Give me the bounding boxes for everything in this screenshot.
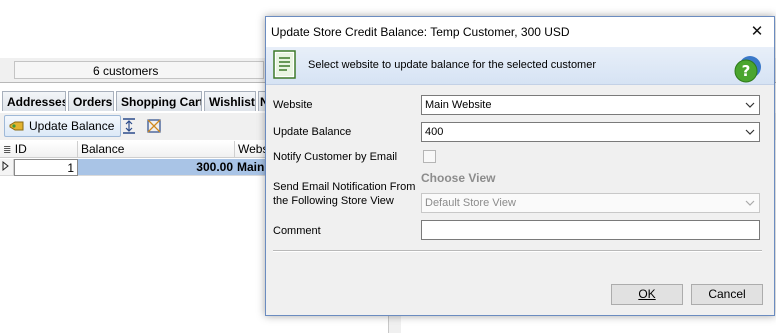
dialog-header-text: Select website to update balance for the… bbox=[308, 59, 597, 71]
help-icon[interactable]: ? bbox=[733, 54, 763, 84]
dialog-header-band: Select website to update balance for the… bbox=[266, 47, 774, 85]
footer-divider bbox=[273, 250, 762, 252]
update-balance-button[interactable]: Update Balance bbox=[4, 115, 122, 137]
tab-addresses[interactable]: Addresses bbox=[2, 91, 66, 111]
notify-checkbox[interactable] bbox=[423, 150, 436, 163]
row-indicator[interactable] bbox=[0, 159, 14, 176]
grid-header-website[interactable]: Websi bbox=[235, 141, 267, 158]
comment-input[interactable] bbox=[421, 220, 760, 240]
store-view-label-line1: Send Email Notification From bbox=[273, 181, 416, 193]
customers-count-cell: 6 customers bbox=[14, 61, 264, 79]
expand-rows-icon[interactable] bbox=[121, 117, 137, 135]
store-view-label-line2: the Following Store View bbox=[273, 195, 394, 207]
customers-count: 6 customers bbox=[93, 64, 159, 78]
balance-select[interactable]: 400 bbox=[421, 122, 760, 142]
ok-button[interactable]: OK bbox=[611, 284, 683, 305]
grid-header-id-label: ID bbox=[14, 142, 27, 156]
cell-id[interactable]: 1 bbox=[14, 159, 78, 176]
notify-label: Notify Customer by Email bbox=[273, 151, 398, 163]
store-view-select[interactable]: Default Store View bbox=[421, 193, 760, 213]
grid-header-id[interactable]: ≣ ID bbox=[0, 141, 78, 158]
choose-view-hint: Choose View bbox=[421, 171, 496, 185]
store-view-value: Default Store View bbox=[425, 197, 516, 209]
tab-wishlist[interactable]: Wishlist bbox=[204, 91, 256, 111]
tab-orders[interactable]: Orders bbox=[68, 91, 114, 111]
fit-columns-icon[interactable] bbox=[146, 118, 162, 134]
update-balance-label: Update Balance bbox=[29, 119, 115, 133]
dialog-title-bar[interactable]: Update Store Credit Balance: Temp Custom… bbox=[266, 17, 774, 47]
row-pointer-icon bbox=[2, 160, 9, 172]
website-select[interactable]: Main Website bbox=[421, 95, 760, 115]
header-menu-icon: ≣ bbox=[3, 145, 12, 156]
close-button[interactable]: ✕ bbox=[746, 21, 768, 43]
svg-text:?: ? bbox=[742, 62, 751, 80]
grid-header-balance[interactable]: Balance bbox=[78, 141, 235, 158]
chevron-down-icon bbox=[745, 102, 755, 108]
comment-label: Comment bbox=[273, 225, 321, 237]
cell-website[interactable]: Main bbox=[235, 159, 267, 176]
close-icon: ✕ bbox=[750, 23, 764, 40]
tab-shopping-cart[interactable]: Shopping Cart bbox=[116, 91, 202, 111]
dialog-title: Update Store Credit Balance: Temp Custom… bbox=[271, 25, 570, 39]
chevron-down-icon bbox=[745, 129, 755, 135]
cancel-button[interactable]: Cancel bbox=[691, 284, 763, 305]
dialog-body: Select website to update balance for the… bbox=[266, 47, 774, 315]
balance-value: 400 bbox=[425, 126, 444, 138]
ok-label: OK bbox=[638, 287, 656, 301]
balance-label: Update Balance bbox=[273, 126, 352, 138]
cell-balance[interactable]: 300.00 bbox=[78, 159, 235, 176]
website-label: Website bbox=[273, 99, 313, 111]
chevron-down-icon bbox=[745, 200, 755, 206]
website-value: Main Website bbox=[425, 99, 492, 111]
update-balance-dialog: Update Store Credit Balance: Temp Custom… bbox=[265, 16, 775, 316]
document-icon bbox=[273, 50, 296, 79]
update-balance-icon bbox=[9, 121, 24, 131]
